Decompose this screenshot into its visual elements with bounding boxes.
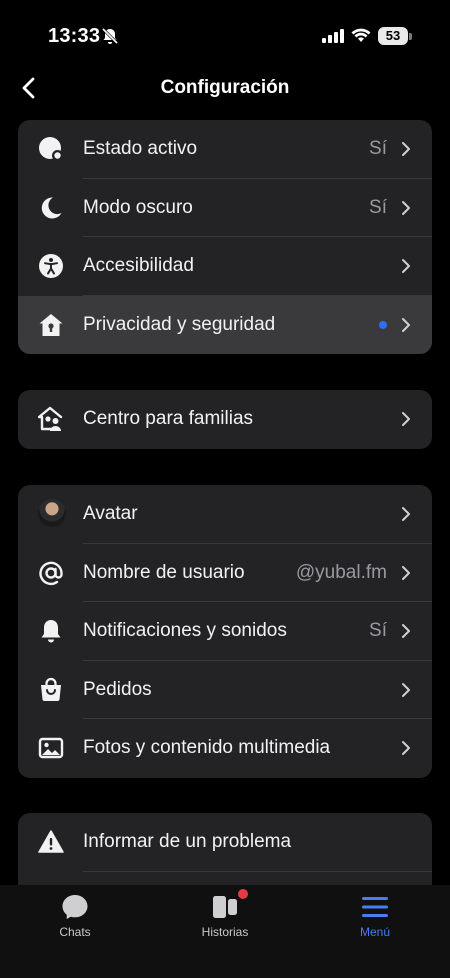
chevron-right-icon xyxy=(402,565,410,580)
battery-indicator: 53 xyxy=(378,27,408,45)
house-lock-icon xyxy=(39,313,63,336)
row-value: Sí xyxy=(369,620,387,641)
settings-group-general: Estado activo Sí Modo oscuro Sí Accesibi… xyxy=(18,120,432,354)
notification-dot xyxy=(236,887,250,901)
tab-label: Chats xyxy=(59,925,91,939)
settings-row-dark-mode[interactable]: Modo oscuro Sí xyxy=(18,179,432,237)
accessibility-icon xyxy=(39,254,63,278)
row-value: Sí xyxy=(369,196,387,218)
status-time: 13:33 xyxy=(48,25,101,47)
row-label: Privacidad y seguridad xyxy=(83,313,276,335)
stories-icon xyxy=(213,896,237,918)
settings-row-accessibility[interactable]: Accesibilidad xyxy=(18,237,432,296)
settings-group-account: Avatar Nombre de usuario @yubal.fm Notif… xyxy=(18,485,432,778)
row-label: Accesibilidad xyxy=(83,255,194,276)
chat-bubble-icon xyxy=(62,895,88,919)
settings-row-family-center[interactable]: Centro para familias xyxy=(18,390,432,449)
battery-cap xyxy=(409,33,412,40)
settings-row-privacy[interactable]: Privacidad y seguridad xyxy=(18,295,432,354)
chevron-right-icon xyxy=(402,741,410,755)
row-label: Informar de un problema xyxy=(83,831,292,852)
menu-icon xyxy=(362,897,388,917)
settings-row-username[interactable]: Nombre de usuario @yubal.fm xyxy=(18,544,432,602)
chevron-right-icon xyxy=(402,142,410,156)
chevron-right-icon xyxy=(402,682,410,697)
row-label: Fotos y contenido multimedia xyxy=(83,737,331,758)
chevron-right-icon xyxy=(402,624,410,638)
wifi-icon xyxy=(351,28,371,42)
signal-icon xyxy=(322,29,344,43)
family-center-icon xyxy=(38,406,63,431)
row-label: Notificaciones y sonidos xyxy=(83,620,287,641)
bell-slash-icon xyxy=(101,27,119,45)
settings-row-photos-media[interactable]: Fotos y contenido multimedia xyxy=(18,719,432,778)
new-indicator-dot xyxy=(379,320,387,329)
avatar xyxy=(38,499,66,527)
settings-row-avatar[interactable]: Avatar xyxy=(18,485,432,544)
moon-icon xyxy=(41,196,62,218)
row-divider xyxy=(83,870,432,872)
bottom-tab-bar: Chats Historias Menú xyxy=(0,885,450,978)
row-label: Centro para familias xyxy=(83,408,254,429)
settings-row-report-problem[interactable]: Informar de un problema xyxy=(18,813,432,872)
tab-menu[interactable]: Menú xyxy=(315,885,435,978)
tab-label: Historias xyxy=(201,925,249,939)
tab-stories[interactable]: Historias xyxy=(165,885,285,978)
shopping-bag-icon xyxy=(41,677,61,701)
settings-row-orders[interactable]: Pedidos xyxy=(18,661,432,719)
chevron-right-icon xyxy=(402,259,410,273)
settings-group-family: Centro para familias xyxy=(18,390,432,449)
page-title: Configuración xyxy=(160,77,290,98)
row-label: Avatar xyxy=(83,503,138,524)
chevron-right-icon xyxy=(402,507,410,521)
active-status-icon xyxy=(39,137,63,161)
row-value: Sí xyxy=(369,138,387,159)
chevron-right-icon xyxy=(402,200,410,215)
warning-icon xyxy=(38,830,64,853)
row-value: @yubal.fm xyxy=(295,561,387,583)
nav-header: Configuración xyxy=(0,60,450,116)
row-label: Pedidos xyxy=(83,678,152,700)
settings-group-support: Informar de un problema xyxy=(18,813,432,893)
at-icon xyxy=(39,561,63,585)
tab-label: Menú xyxy=(359,925,391,939)
bell-icon xyxy=(41,620,61,643)
tab-chats[interactable]: Chats xyxy=(15,885,135,978)
settings-row-active-status[interactable]: Estado activo Sí xyxy=(18,120,432,179)
chevron-right-icon xyxy=(402,412,410,426)
row-label: Modo oscuro xyxy=(83,196,193,218)
photo-icon xyxy=(38,737,64,759)
row-label: Nombre de usuario xyxy=(83,561,245,583)
row-label: Estado activo xyxy=(83,138,198,159)
chevron-right-icon xyxy=(402,317,410,332)
settings-row-notifications[interactable]: Notificaciones y sonidos Sí xyxy=(18,602,432,661)
